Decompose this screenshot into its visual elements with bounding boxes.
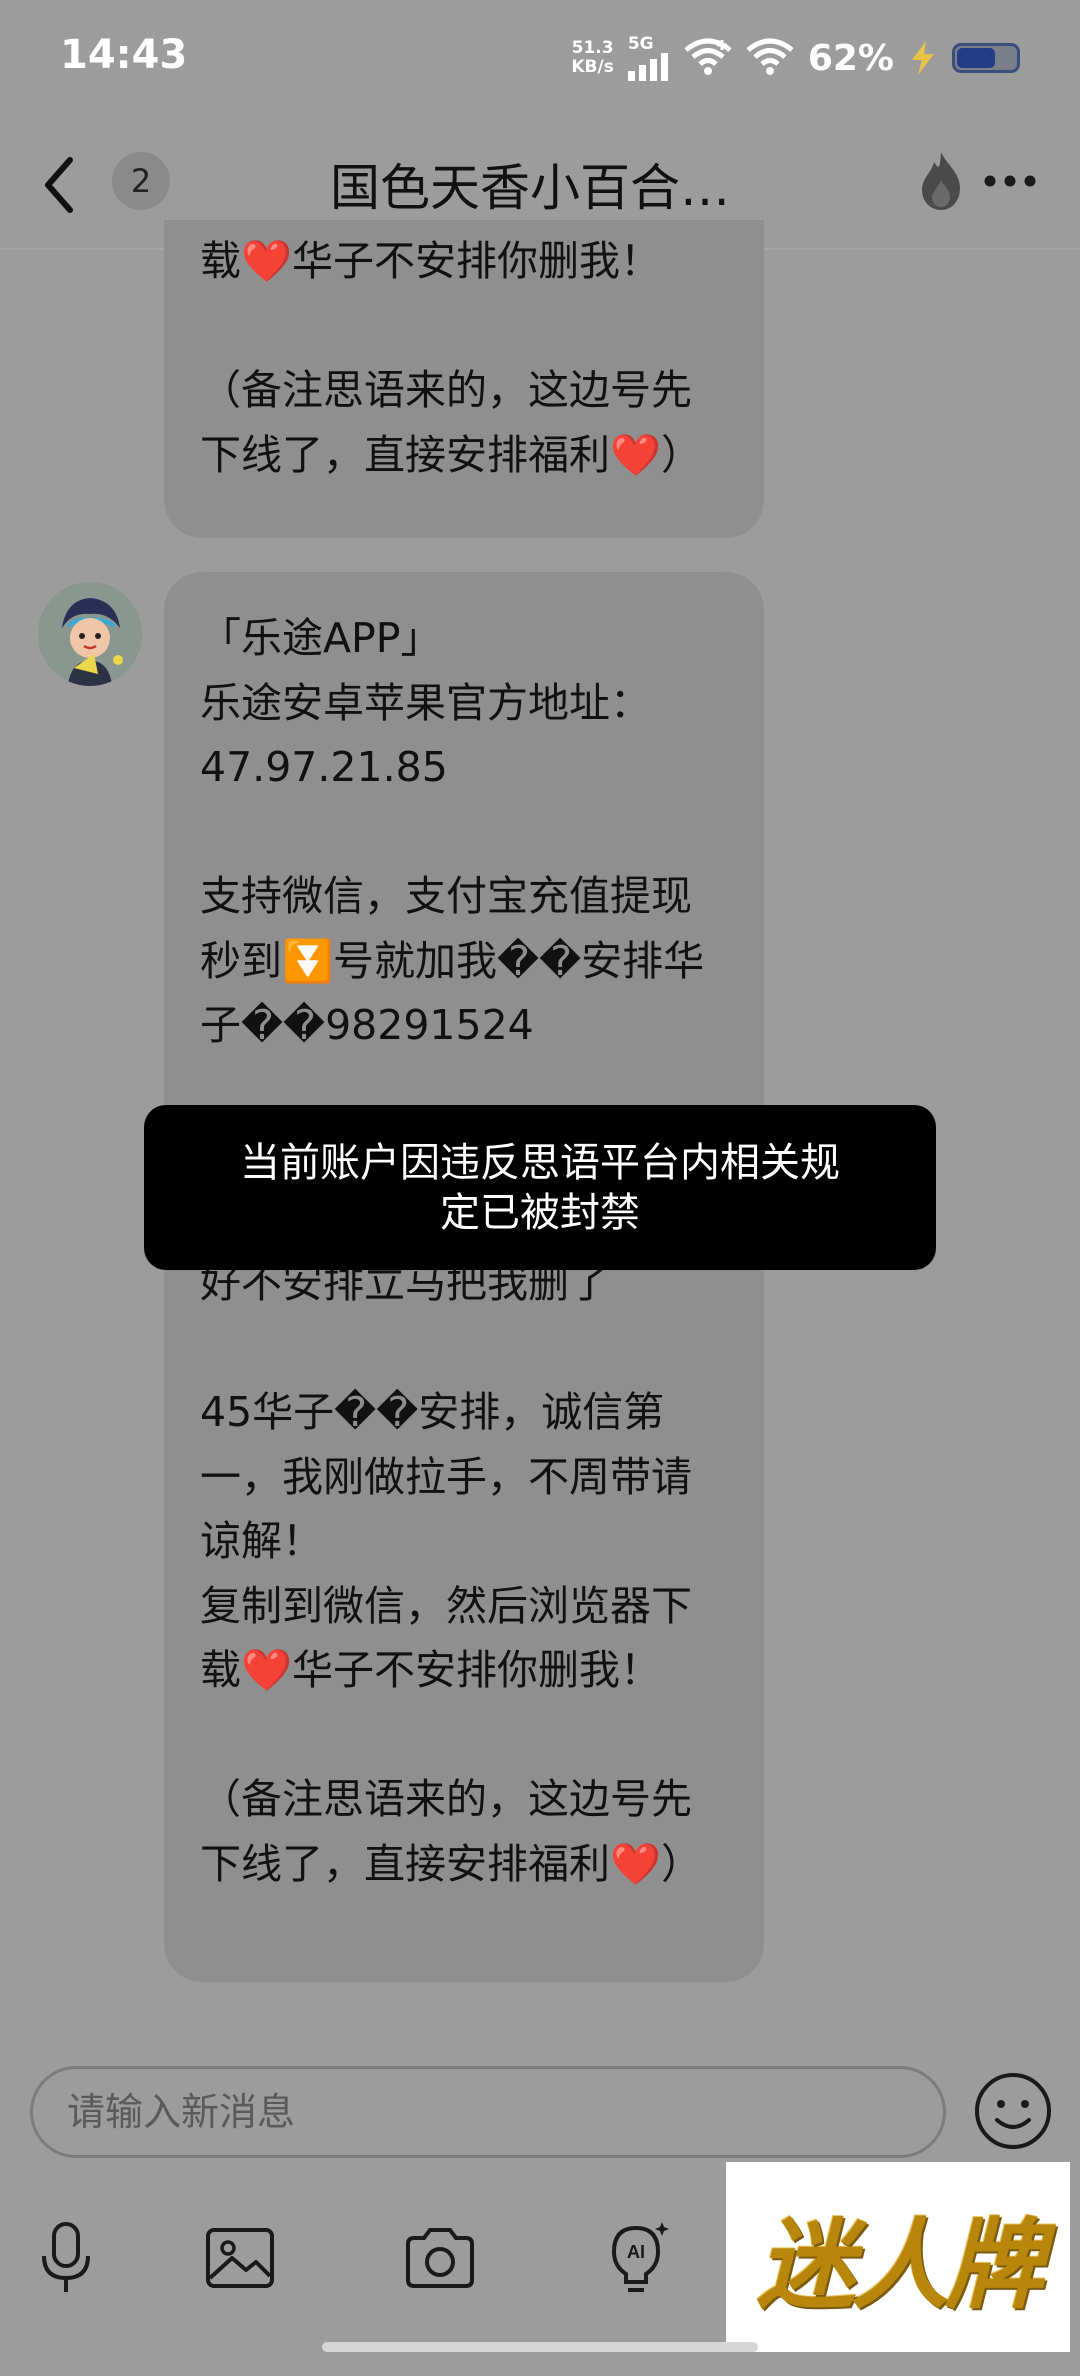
message-line: （备注思语来的，这边号先: [200, 366, 692, 414]
message-bubble[interactable]: 载❤️华子不安排你删我！ （备注思语来的，这边号先 下线了，直接安排福利❤️）: [164, 220, 764, 538]
microphone-icon[interactable]: [26, 2218, 106, 2298]
message-line: 下线了，直接安排福利❤️）: [200, 1839, 703, 1888]
message-line: 载❤️华子不安排你删我！: [200, 1646, 662, 1694]
message-line: 支持微信，支付宝充值提现: [200, 872, 692, 920]
image-icon[interactable]: [200, 2218, 280, 2298]
toast-line: 当前账户因违反思语平台内相关规: [240, 1139, 840, 1186]
battery-fill: [957, 48, 995, 68]
battery-icon: [952, 43, 1020, 73]
message-input[interactable]: [30, 2066, 946, 2158]
ban-toast: 当前账户因违反思语平台内相关规 定已被封禁: [144, 1105, 936, 1270]
message-bubble[interactable]: 「乐途APP」乐途安卓苹果官方地址： 47.97.21.85 支持微信，支付宝充值提…: [164, 572, 764, 1982]
avatar-image: [38, 582, 142, 686]
message-line: 乐途安卓苹果官方地址：: [200, 678, 651, 727]
status-bar: 14:43 51.3 KB/s 5G 62%: [0, 0, 1080, 120]
message-line: 载❤️华子不安排你删我！: [200, 237, 662, 285]
message-line: 一，我刚做拉手，不周带请: [200, 1452, 692, 1501]
message-line: 复制到微信，然后浏览器下: [200, 1581, 692, 1630]
brand-logo: 迷人牌: [756, 2208, 1043, 2323]
message-line: 秒到⏬号就加我��安排华: [200, 936, 705, 985]
emoji-icon[interactable]: [972, 2070, 1054, 2152]
toast-line: 定已被封禁: [440, 1189, 640, 1236]
wifi-plus-icon: [684, 38, 732, 75]
cellular-signal: 5G: [627, 34, 670, 81]
status-time: 14:43: [60, 32, 188, 78]
network-type: 5G: [627, 34, 654, 54]
charging-icon: [912, 41, 934, 75]
wifi-icon: [746, 38, 794, 75]
message-line: 47.97.21.85: [200, 743, 448, 791]
brand-logo-overlay: 迷人牌: [726, 2162, 1070, 2352]
camera-icon[interactable]: [400, 2218, 480, 2298]
message-line: （备注思语来的，这边号先: [200, 1775, 692, 1823]
network-speed: 51.3 KB/s: [571, 39, 613, 77]
message-line: 「乐途APP」: [200, 614, 442, 662]
svg-text:AI: AI: [627, 2242, 645, 2262]
message-line: 子��98291524: [200, 1001, 534, 1049]
message-line: 45华子��安排，诚信第: [200, 1388, 665, 1436]
ai-assistant-icon[interactable]: AI: [596, 2218, 676, 2298]
battery-percent: 62%: [807, 37, 894, 79]
more-icon[interactable]: [980, 150, 1040, 212]
input-row: [0, 2050, 1080, 2170]
chat-title[interactable]: 国色天香小百合…: [330, 148, 750, 220]
network-speed-unit: KB/s: [571, 57, 614, 77]
back-icon[interactable]: [36, 150, 86, 220]
network-speed-value: 51.3: [571, 38, 614, 58]
message-line: 谅解！: [200, 1517, 323, 1565]
flame-icon[interactable]: [916, 150, 966, 212]
status-icons: 51.3 KB/s 5G 62%: [571, 28, 1020, 88]
home-indicator[interactable]: [322, 2342, 758, 2352]
message-line: 下线了，直接安排福利❤️）: [200, 430, 703, 479]
signal-bars-icon: [627, 53, 668, 81]
unread-count-badge[interactable]: 2: [112, 152, 170, 210]
avatar[interactable]: [38, 582, 142, 686]
